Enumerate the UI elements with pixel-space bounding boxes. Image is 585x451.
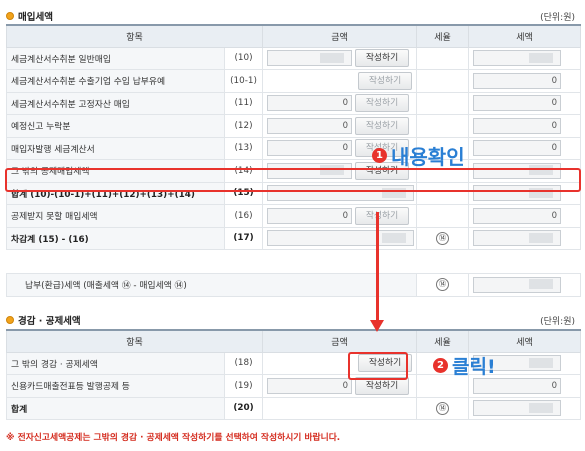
write-button[interactable]: 작성하기 [355, 206, 409, 225]
table-row: 예정신고 누락분 (12) 0 작성하기 0 [6, 114, 581, 138]
row-code: (17) [224, 226, 263, 250]
row-label: 매입자발행 세금계산서 [6, 136, 225, 160]
masked-value [529, 232, 553, 243]
step2-badge: 2 [433, 358, 448, 373]
step1-badge: 1 [372, 148, 387, 163]
row-label: 예정신고 누락분 [6, 114, 225, 138]
header-item: 항목 [6, 24, 263, 48]
header-amount: 금액 [262, 24, 417, 48]
row-code: (11) [224, 91, 263, 115]
write-button[interactable]: 작성하기 [355, 49, 409, 68]
amount-field[interactable]: 0 [267, 117, 352, 134]
table-row: 세금계산서수취분 일반매입 (10) 작성하기 [6, 46, 581, 70]
amount-field[interactable] [267, 230, 414, 247]
table-row-subtotal: 차감계 (15) - (16) (17) ⑭ [6, 226, 581, 250]
row-code: (10-1) [224, 69, 263, 93]
tax-field[interactable] [473, 276, 561, 293]
row-code: (13) [224, 136, 263, 160]
highlight-button-box [348, 352, 408, 380]
row-label: 신용카드매출전표등 발행공제 등 [6, 374, 225, 398]
row-label: 그 밖의 경감 · 공제세액 [6, 351, 225, 375]
deduction-unit: (단위:원) [540, 317, 575, 327]
header-rate: 세율 [416, 24, 469, 48]
step2-text: 클릭! [452, 356, 496, 378]
payment-table: 납부(환급)세액 (매출세액 ⑭ - 매입세액 ⑭) ⑭ [6, 273, 581, 297]
purchase-title-text: 매입세액 [18, 12, 53, 23]
tax-field[interactable] [473, 50, 561, 67]
step1-text: 내용확인 [391, 145, 465, 169]
masked-value [382, 232, 406, 243]
tax-field[interactable] [473, 400, 561, 417]
header-rate: 세율 [416, 329, 469, 353]
annotation-step2: 2 클릭! [433, 352, 496, 379]
header-amount: 금액 [262, 329, 417, 353]
table-row-payment: 납부(환급)세액 (매출세액 ⑭ - 매입세액 ⑭) ⑭ [6, 273, 581, 297]
header-tax: 세액 [468, 329, 581, 353]
rate-symbol: ⑭ [436, 231, 449, 245]
masked-value [320, 52, 344, 63]
table-row: 세금계산서수취분 수출기업 수입 납부유예 (10-1) 작성하기 0 [6, 69, 581, 93]
masked-value [529, 279, 553, 290]
row-code: (20) [224, 396, 263, 420]
deduction-section-title: 경감 · 공제세액 [6, 313, 81, 327]
amount-field[interactable]: 0 [267, 95, 352, 112]
annotation-step1: 1 내용확인 [372, 141, 465, 170]
masked-value [529, 357, 553, 368]
write-button[interactable]: 작성하기 [355, 94, 409, 113]
highlight-row-box [5, 168, 581, 192]
purchase-section-title: 매입세액 [6, 9, 53, 23]
masked-value [529, 402, 553, 413]
header-tax: 세액 [468, 24, 581, 48]
table-row: 매입자발행 세금계산서 (13) 0작성하기 0 [6, 136, 581, 160]
bullet-icon [6, 316, 14, 324]
table-row: 세금계산서수취분 고정자산 매입 (11) 0 작성하기 0 [6, 91, 581, 115]
masked-value [529, 52, 553, 63]
write-button[interactable]: 작성하기 [355, 116, 409, 135]
row-code: (18) [224, 351, 263, 375]
row-code: (19) [224, 374, 263, 398]
amount-field[interactable]: 0 [267, 140, 352, 157]
table-row-total: 합계 (20) ⑭ [6, 396, 581, 420]
purchase-table: 항목 금액 세율 세액 세금계산서수취분 일반매입 (10) 작성하기 세금계산… [6, 24, 581, 250]
row-code: (16) [224, 204, 263, 228]
row-label: 납부(환급)세액 (매출세액 ⑭ - 매입세액 ⑭) [6, 273, 417, 297]
row-label: 세금계산서수취분 일반매입 [6, 46, 225, 70]
amount-field[interactable] [267, 50, 352, 67]
arrow-line [376, 212, 379, 322]
rate-symbol: ⑭ [436, 401, 449, 415]
row-code: (10) [224, 46, 263, 70]
purchase-unit: (단위:원) [540, 13, 575, 23]
tax-field[interactable]: 0 [473, 377, 561, 394]
tax-field[interactable]: 0 [473, 117, 561, 134]
tax-field[interactable]: 0 [473, 72, 561, 89]
header-item: 항목 [6, 329, 263, 353]
tax-field[interactable] [473, 230, 561, 247]
row-code: (12) [224, 114, 263, 138]
row-label: 차감계 (15) - (16) [6, 226, 225, 250]
amount-field[interactable]: 0 [267, 377, 352, 394]
bullet-icon [6, 12, 14, 20]
row-label: 공제받지 못할 매입세액 [6, 204, 225, 228]
row-label: 세금계산서수취분 수출기업 수입 납부유예 [6, 69, 225, 93]
notice-text: ※ 전자신고세액공제는 그밖의 경감 · 공제세액 작성하기를 선택하여 작성하… [6, 433, 341, 443]
table-row: 공제받지 못할 매입세액 (16) 0 작성하기 0 [6, 204, 581, 228]
amount-field[interactable]: 0 [267, 207, 352, 224]
tax-field[interactable]: 0 [473, 140, 561, 157]
arrow-down-icon [370, 320, 384, 332]
rate-symbol: ⑭ [436, 278, 449, 292]
tax-field[interactable]: 0 [473, 95, 561, 112]
deduction-title-text: 경감 · 공제세액 [18, 316, 81, 327]
write-button[interactable]: 작성하기 [358, 71, 412, 90]
tax-field[interactable]: 0 [473, 207, 561, 224]
row-label: 세금계산서수취분 고정자산 매입 [6, 91, 225, 115]
row-label: 합계 [6, 396, 225, 420]
